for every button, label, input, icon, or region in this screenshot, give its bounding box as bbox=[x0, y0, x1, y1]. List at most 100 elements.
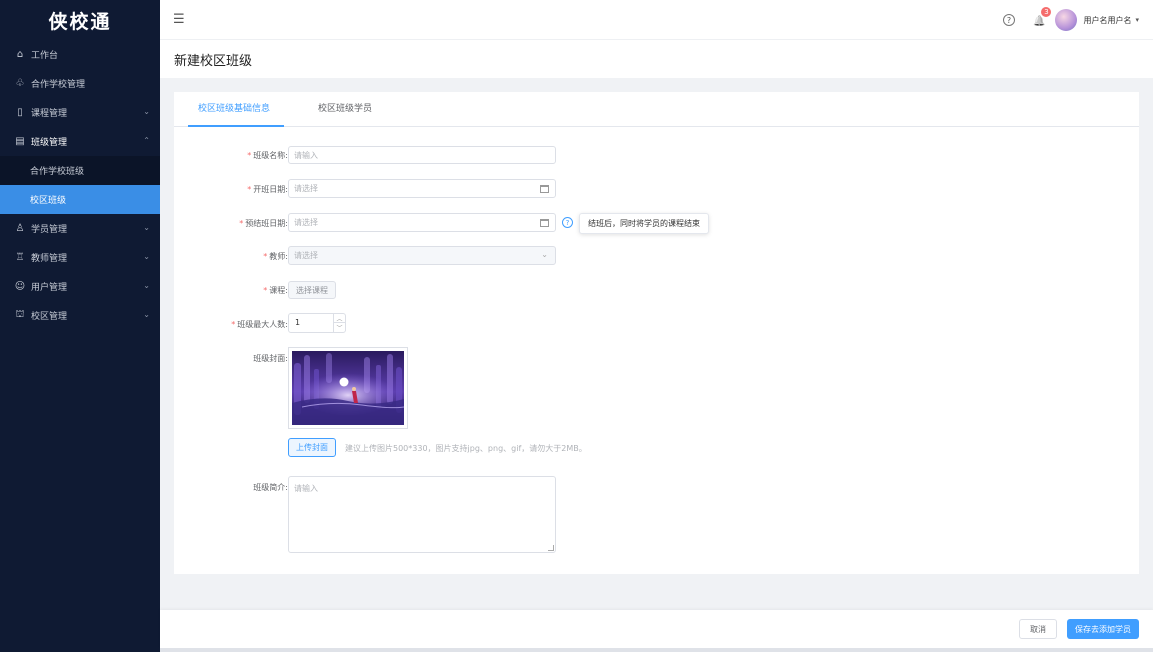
label-text: 开班日期: bbox=[253, 185, 288, 194]
class-name-label: * 班级名称: bbox=[158, 150, 288, 161]
required-mark: * bbox=[247, 151, 252, 160]
bell-icon[interactable]: 🔔 3 bbox=[1033, 7, 1052, 27]
bottom-border bbox=[160, 648, 1153, 652]
user-icon: ☺ bbox=[14, 281, 26, 292]
tab-active-indicator bbox=[188, 125, 284, 127]
upload-cover-button[interactable]: 上传封面 bbox=[288, 438, 336, 457]
sidebar-item-students[interactable]: ♙ 学员管理 ⌄ bbox=[0, 214, 160, 243]
teacher-select[interactable]: 请选择 ⌄ bbox=[288, 246, 556, 265]
label-text: 班级封面: bbox=[253, 354, 288, 363]
required-mark: * bbox=[239, 219, 244, 228]
menu-toggle-icon[interactable]: ☰ bbox=[173, 12, 185, 27]
label-text: 教师: bbox=[269, 252, 288, 261]
sidebar-item-partner-classes[interactable]: 合作学校班级 bbox=[0, 156, 160, 185]
cover-illustration bbox=[292, 351, 405, 425]
page-title: 新建校区班级 bbox=[174, 53, 253, 69]
label-text: 班级名称: bbox=[253, 151, 288, 160]
notification-badge: 3 bbox=[1041, 7, 1052, 17]
required-mark: * bbox=[247, 185, 252, 194]
bell-glyph: 🔔 bbox=[1033, 16, 1046, 27]
end-date-label: * 预结班日期: bbox=[158, 218, 288, 229]
cover-image bbox=[288, 347, 408, 429]
sidebar-item-partner-schools[interactable]: ♧ 合作学校管理 bbox=[0, 69, 160, 98]
select-course-button[interactable]: 选择课程 bbox=[288, 281, 336, 299]
stepper-controls: ︿ ﹀ bbox=[333, 314, 345, 332]
chevron-up-icon[interactable]: ︿ bbox=[334, 314, 345, 323]
chevron-down-icon: ⌄ bbox=[541, 250, 548, 259]
cancel-button[interactable]: 取消 bbox=[1019, 619, 1057, 639]
sidebar-item-courses[interactable]: ▯ 课程管理 ⌄ bbox=[0, 98, 160, 127]
sidebar-item-label: 班级管理 bbox=[31, 138, 68, 148]
placeholder-text: 请选择 bbox=[294, 218, 318, 227]
chevron-up-icon: ⌃ bbox=[143, 136, 150, 145]
sidebar-item-users[interactable]: ☺ 用户管理 ⌄ bbox=[0, 272, 160, 301]
topbar-right: ? 🔔 3 用户名用户名 ▾ bbox=[1003, 0, 1139, 40]
max-students-label: * 班级最大人数: bbox=[158, 319, 288, 330]
tooltip-text: 结班后，同时将学员的课程结束 bbox=[588, 219, 700, 228]
sidebar-item-campus-classes[interactable]: 校区班级 bbox=[0, 185, 160, 214]
chevron-down-icon: ⌄ bbox=[143, 252, 150, 261]
start-date-picker[interactable]: 请选择 bbox=[288, 179, 556, 198]
label-text: 班级简介: bbox=[253, 483, 288, 492]
caret-down-icon[interactable]: ▾ bbox=[1135, 16, 1139, 24]
tab-bar: 校区班级基础信息 校区班级学员 bbox=[174, 92, 1139, 127]
label-text: 课程: bbox=[269, 286, 288, 295]
question-icon[interactable]: ? bbox=[562, 217, 573, 228]
chevron-down-icon[interactable]: ﹀ bbox=[334, 323, 345, 332]
tab-class-students[interactable]: 校区班级学员 bbox=[318, 92, 372, 127]
sidebar: 侠校通 ⌂ 工作台 ♧ 合作学校管理 ▯ 课程管理 ⌄ ▤ 班级管理 ⌃ 合作学… bbox=[0, 0, 160, 652]
sidebar-item-campus[interactable]: ⛫ 校区管理 ⌄ bbox=[0, 301, 160, 330]
resize-handle-icon[interactable] bbox=[548, 545, 554, 551]
sidebar-item-label: 合作学校管理 bbox=[31, 80, 86, 90]
book-icon: ▯ bbox=[17, 107, 23, 118]
class-icon: ▤ bbox=[15, 136, 25, 147]
form-card: 校区班级基础信息 校区班级学员 * 班级名称: 请输入 * 开班日期: 请选择 * 预… bbox=[174, 92, 1139, 574]
end-date-tooltip: 结班后，同时将学员的课程结束 bbox=[579, 213, 709, 234]
placeholder-text: 请选择 bbox=[294, 184, 318, 193]
cover-label: 班级封面: bbox=[158, 353, 288, 364]
app-logo: 侠校通 bbox=[48, 10, 112, 33]
topbar: ☰ ? 🔔 3 用户名用户名 ▾ bbox=[160, 0, 1153, 40]
sidebar-item-label: 课程管理 bbox=[31, 109, 68, 119]
chevron-down-icon: ⌄ bbox=[143, 107, 150, 116]
tab-basic-info[interactable]: 校区班级基础信息 bbox=[198, 92, 270, 127]
max-students-stepper[interactable]: 1 ︿ ﹀ bbox=[288, 313, 346, 333]
label-text: 预结班日期: bbox=[245, 219, 288, 228]
calendar-icon bbox=[540, 219, 549, 227]
required-mark: * bbox=[263, 252, 268, 261]
sidebar-item-label: 校区班级 bbox=[30, 196, 67, 206]
partner-icon: ♧ bbox=[15, 78, 25, 89]
start-date-label: * 开班日期: bbox=[158, 184, 288, 195]
sidebar-item-label: 教师管理 bbox=[31, 254, 68, 264]
help-icon[interactable]: ? bbox=[1003, 14, 1016, 26]
sidebar-item-classes[interactable]: ▤ 班级管理 ⌃ bbox=[0, 127, 160, 156]
placeholder-text: 请选择 bbox=[294, 251, 318, 260]
intro-label: 班级简介: bbox=[158, 482, 288, 493]
stepper-value: 1 bbox=[295, 318, 301, 327]
teacher-icon: ♖ bbox=[15, 252, 25, 263]
intro-textarea[interactable]: 请输入 bbox=[288, 476, 556, 553]
avatar[interactable] bbox=[1055, 9, 1078, 31]
teacher-label: * 教师: bbox=[158, 251, 288, 262]
home-icon: ⌂ bbox=[16, 49, 24, 60]
placeholder-text: 请输入 bbox=[294, 484, 318, 493]
sidebar-item-label: 学员管理 bbox=[31, 225, 68, 235]
sidebar-item-label: 校区管理 bbox=[31, 312, 68, 322]
footer-bar: 取消 保存去添加学员 bbox=[160, 610, 1153, 648]
required-mark: * bbox=[231, 320, 236, 329]
chevron-down-icon: ⌄ bbox=[143, 281, 150, 290]
required-mark: * bbox=[263, 286, 268, 295]
end-date-picker[interactable]: 请选择 bbox=[288, 213, 556, 232]
course-label: * 课程: bbox=[158, 285, 288, 296]
username[interactable]: 用户名用户名 bbox=[1083, 15, 1131, 26]
class-name-input[interactable]: 请输入 bbox=[288, 146, 556, 164]
sidebar-item-label: 用户管理 bbox=[31, 283, 68, 293]
sidebar-item-workbench[interactable]: ⌂ 工作台 bbox=[0, 40, 160, 69]
chevron-down-icon: ⌄ bbox=[143, 310, 150, 319]
save-and-add-students-button[interactable]: 保存去添加学员 bbox=[1067, 619, 1139, 639]
placeholder-text: 请输入 bbox=[294, 150, 318, 160]
page-header: 新建校区班级 bbox=[160, 40, 1153, 78]
sidebar-item-teachers[interactable]: ♖ 教师管理 ⌄ bbox=[0, 243, 160, 272]
sidebar-item-label: 合作学校班级 bbox=[30, 167, 85, 177]
upload-hint: 建议上传图片500*330，图片支持jpg、png、gif，请勿大于2MB。 bbox=[345, 444, 587, 453]
